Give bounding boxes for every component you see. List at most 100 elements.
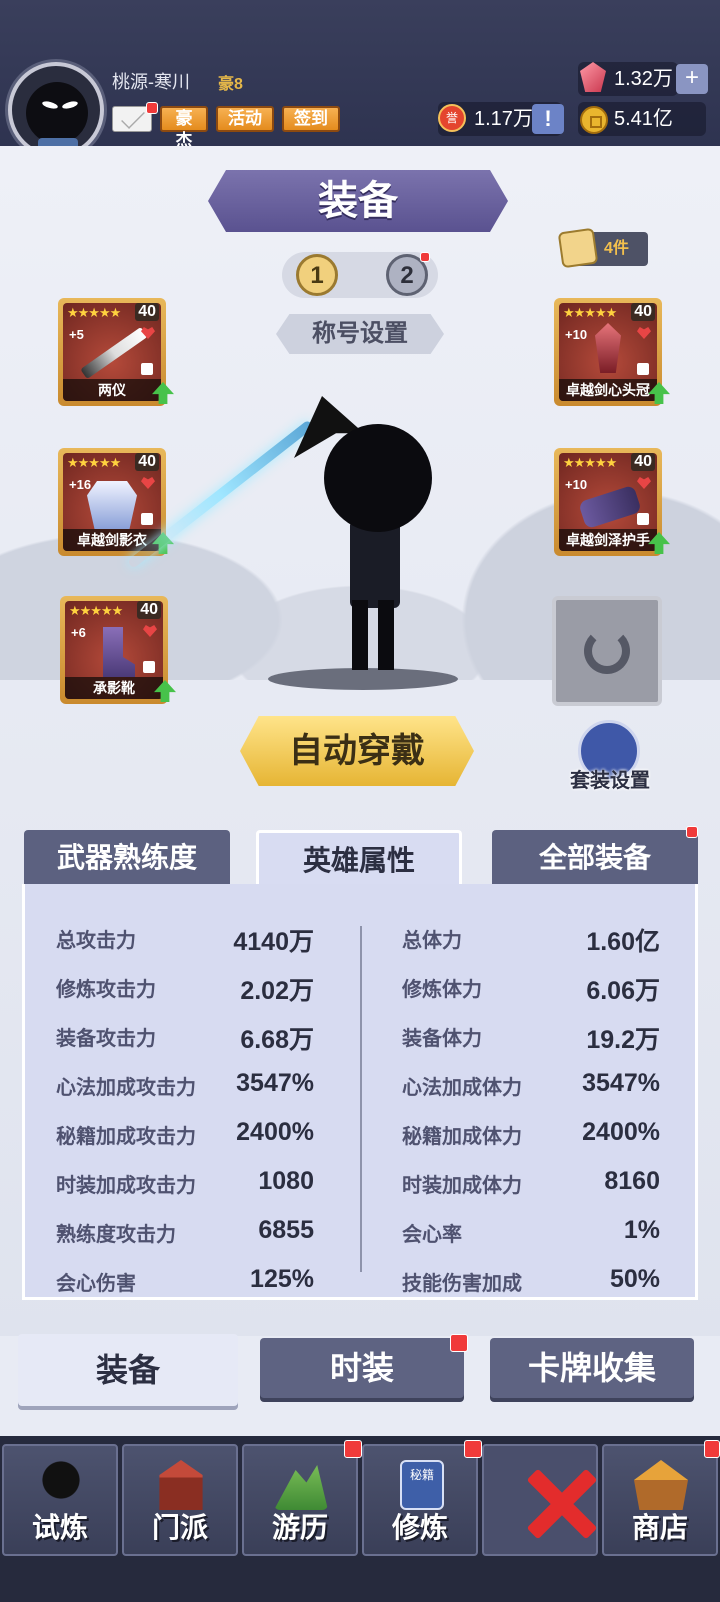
nav-travel[interactable]: 游历 [242, 1444, 358, 1556]
book-icon: 秘籍 [400, 1460, 444, 1510]
slot-frame: ★★★★★ 40 +10 卓越剑泽护手 [559, 453, 657, 551]
stat-row: 技能伤害加成 50% [402, 1265, 660, 1315]
set-1-button[interactable]: 1 [296, 254, 338, 296]
character-shadow [268, 668, 458, 690]
stat-value: 2.02万 [240, 977, 314, 1005]
stat-label: 装备体力 [402, 1028, 482, 1050]
tab-weapon-mastery[interactable]: 武器熟练度 [24, 830, 230, 886]
helmet-slot[interactable]: ★★★★★ 40 +10 卓越剑心头冠 [554, 298, 662, 406]
heart-icon [637, 477, 651, 489]
subtab-fashion[interactable]: 时装 [260, 1338, 464, 1398]
character-leg [352, 600, 368, 670]
slot-frame: ★★★★★ 40 +16 卓越剑影衣 [63, 453, 161, 551]
stat-value: 6855 [258, 1216, 314, 1244]
stat-value: 6.68万 [240, 1026, 314, 1054]
nav-shop[interactable]: 商店 [602, 1444, 718, 1556]
checkin-button[interactable]: 签到 [282, 106, 340, 132]
stat-value: 1.60亿 [586, 928, 660, 956]
item-level: 40 [135, 453, 159, 471]
stat-row: 会心率 1% [402, 1216, 660, 1266]
auto-equip-button[interactable]: 自动穿戴 [240, 716, 474, 786]
hero-button[interactable]: 豪杰 [160, 106, 208, 150]
item-name: 卓越剑泽护手 [559, 529, 657, 551]
stat-value: 1080 [258, 1167, 314, 1195]
coin-icon [580, 106, 608, 134]
mountain-icon [274, 1465, 328, 1510]
stat-row: 秘籍加成攻击力 2400% [56, 1118, 314, 1168]
stat-value: 2400% [236, 1118, 314, 1146]
enhance-level: +5 [69, 327, 84, 342]
mail-notification-dot [146, 102, 158, 114]
nav-cultivate[interactable]: 秘籍 修炼 [362, 1444, 478, 1556]
stat-row: 时装加成体力 8160 [402, 1167, 660, 1217]
stat-label: 秘籍加成攻击力 [56, 1126, 196, 1148]
stat-value: 4140万 [233, 928, 314, 956]
star-rating: ★★★★★ [67, 305, 121, 320]
stat-label: 修炼体力 [402, 979, 482, 1001]
star-rating: ★★★★★ [67, 455, 121, 470]
nav-label: 试炼 [31, 1512, 88, 1543]
gloves-slot[interactable]: ★★★★★ 40 +10 卓越剑泽护手 [554, 448, 662, 556]
player-avatar[interactable] [8, 62, 104, 158]
stat-row: 装备攻击力 6.68万 [56, 1022, 314, 1070]
stat-value: 8160 [604, 1167, 660, 1195]
stat-value: 2400% [582, 1118, 660, 1146]
stat-label: 修炼攻击力 [56, 979, 156, 1001]
heart-icon [637, 327, 651, 339]
close-icon[interactable] [520, 1462, 600, 1542]
title-setting-button[interactable]: 称号设置 [276, 314, 444, 354]
ninja-icon [34, 1460, 88, 1510]
weapon-slot[interactable]: ★★★★★ 40 +5 两仪 [58, 298, 166, 406]
stat-label: 心法加成体力 [402, 1077, 522, 1099]
tab-hero-attributes[interactable]: 英雄属性 [256, 830, 462, 886]
bracer-icon [578, 484, 642, 530]
player-name: 桃源-寒川 [112, 72, 190, 92]
stat-value: 125% [250, 1265, 314, 1293]
subtab-card-collection[interactable]: 卡牌收集 [490, 1338, 694, 1398]
star-rating: ★★★★★ [69, 603, 123, 618]
stat-row: 秘籍加成体力 2400% [402, 1118, 660, 1168]
nav-label: 商店 [631, 1512, 688, 1543]
nav-label: 门派 [151, 1512, 208, 1543]
stat-value: 50% [609, 1265, 660, 1293]
enhance-level: +6 [71, 625, 86, 640]
nav-sect[interactable]: 门派 [122, 1444, 238, 1556]
enhance-level: +10 [565, 327, 588, 342]
tab-all-equipment[interactable]: 全部装备 [492, 830, 698, 886]
stat-row: 修炼攻击力 2.02万 [56, 973, 314, 1021]
stat-label: 秘籍加成体力 [402, 1126, 522, 1148]
all-equipment-notification-dot [686, 826, 698, 838]
stat-value: 6.06万 [586, 977, 660, 1005]
stat-label: 会心率 [402, 1224, 462, 1246]
slot-frame: ★★★★★ 40 +6 承影靴 [65, 601, 163, 699]
slot-frame: ★★★★★ 40 +10 卓越剑心头冠 [559, 303, 657, 401]
add-gems-button[interactable]: + [676, 64, 708, 94]
stat-value: 3547% [236, 1069, 314, 1097]
shop-icon [634, 1460, 688, 1510]
honor-info-button[interactable]: ! [532, 104, 564, 134]
stat-label: 技能伤害加成 [402, 1273, 522, 1295]
stat-value: 1% [623, 1216, 660, 1244]
refresh-icon [584, 628, 630, 674]
activity-button[interactable]: 活动 [216, 106, 274, 132]
item-level: 40 [137, 601, 161, 619]
subtab-equipment[interactable]: 装备 [18, 1334, 238, 1406]
lock-icon [637, 513, 649, 525]
boots-slot[interactable]: ★★★★★ 40 +6 承影靴 [60, 596, 168, 704]
nav-trial[interactable]: 试炼 [2, 1444, 118, 1556]
honor-icon: 誉 [438, 104, 466, 132]
character-body [350, 520, 400, 608]
heart-icon [143, 625, 157, 637]
stat-row: 心法加成体力 3547% [402, 1069, 660, 1119]
item-level: 40 [631, 303, 655, 321]
armor-slot[interactable]: ★★★★★ 40 +16 卓越剑影衣 [58, 448, 166, 556]
lock-icon [141, 513, 153, 525]
stat-row: 总攻击力 4140万 [56, 924, 314, 972]
stat-row: 修炼体力 6.06万 [402, 973, 660, 1021]
heart-icon [141, 477, 155, 489]
shop-notification-dot [704, 1440, 720, 1458]
suit-setting-label[interactable]: 套装设置 [560, 764, 660, 793]
travel-notification-dot [344, 1440, 362, 1458]
empty-slot[interactable] [552, 596, 662, 706]
gem-amount: 1.32万 [614, 68, 673, 90]
